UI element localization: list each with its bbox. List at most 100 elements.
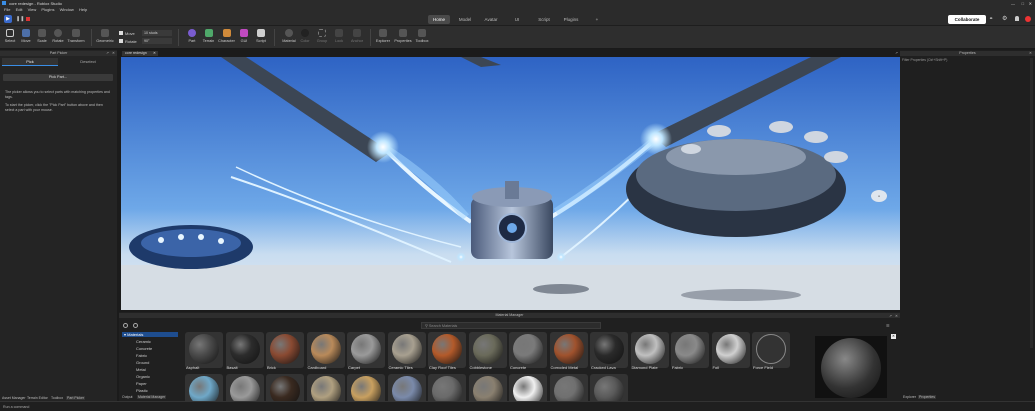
tab-pick[interactable]: Pick	[2, 58, 58, 66]
material-tile[interactable]: Clay Roof Tiles	[428, 332, 466, 370]
scale-tool[interactable]: Scale	[34, 28, 50, 48]
close-icon[interactable]: ✕	[1029, 51, 1032, 55]
close-button[interactable]: ✕	[1029, 0, 1032, 7]
import-icon[interactable]	[133, 323, 138, 328]
material-tile[interactable]: Cracked Lava	[590, 332, 628, 370]
select-tool[interactable]: Select	[2, 28, 18, 48]
script-button[interactable]: Script	[253, 28, 269, 48]
material-tile[interactable]	[306, 374, 345, 401]
maximize-button[interactable]: □	[1022, 0, 1024, 7]
tab-toolbox[interactable]: Toolbox	[51, 396, 63, 400]
tab-explorer[interactable]: Explorer	[903, 395, 916, 399]
search-input[interactable]: ⚲ Search Materials	[421, 322, 601, 329]
tab-output[interactable]: Output	[122, 395, 133, 399]
move-increment-input[interactable]: 10 studs	[142, 30, 172, 36]
tab-model[interactable]: Model	[455, 15, 475, 24]
rotate-increment-input[interactable]: 90°	[142, 38, 172, 44]
terrain-button[interactable]: Terrain	[200, 28, 217, 48]
rotate-tool[interactable]: Rotate	[50, 28, 66, 48]
material-tile[interactable]	[225, 374, 264, 401]
tab-script[interactable]: Script	[534, 15, 554, 24]
pick-part-button[interactable]: Pick Part...	[3, 74, 113, 81]
category-item[interactable]: Ground	[136, 360, 149, 365]
pin-icon[interactable]: ↗	[895, 51, 898, 55]
minimize-button[interactable]: —	[1011, 0, 1015, 7]
add-material-icon[interactable]	[123, 323, 128, 328]
tab-plugins[interactable]: Plugins	[560, 15, 582, 24]
lock-button[interactable]: Lock	[331, 28, 347, 48]
material-tile[interactable]: Fabric	[671, 332, 709, 370]
material-tile[interactable]	[468, 374, 507, 401]
tab-add[interactable]: +	[592, 15, 602, 24]
category-item[interactable]: Ceramic	[136, 339, 151, 344]
tab-home[interactable]: Home	[428, 15, 450, 24]
material-tile[interactable]: Brick	[266, 332, 304, 370]
color-button[interactable]: Color	[297, 28, 313, 48]
tab-avatar[interactable]: Avatar	[481, 15, 501, 24]
material-tile[interactable]	[428, 374, 466, 401]
material-tile[interactable]	[266, 374, 304, 401]
move-snap-checkbox[interactable]: Move	[119, 31, 135, 36]
material-tile[interactable]	[549, 374, 588, 401]
properties-button[interactable]: Properties	[392, 28, 414, 48]
material-tile[interactable]: Diamond Plate	[630, 332, 669, 370]
close-icon[interactable]: ✕	[895, 314, 898, 318]
gui-button[interactable]: GUI	[236, 28, 252, 48]
category-item[interactable]: Plastic	[136, 388, 148, 393]
view-cube-icon[interactable]: ●	[871, 190, 887, 202]
toolbox-button[interactable]: Toolbox	[413, 28, 431, 48]
share-icon[interactable]: ⚭	[989, 16, 993, 22]
material-tile[interactable]: Cobblestone	[468, 332, 507, 370]
material-tile[interactable]	[387, 374, 426, 401]
tab-terrain-editor[interactable]: Terrain Editor	[27, 396, 48, 400]
3d-viewport[interactable]: ●	[121, 57, 900, 310]
close-icon[interactable]: ✕	[891, 334, 896, 339]
material-tile[interactable]	[185, 374, 223, 401]
material-button[interactable]: Material	[280, 28, 298, 48]
tab-properties[interactable]: Properties	[918, 395, 936, 399]
tab-asset-manager[interactable]: Asset Manager	[2, 396, 26, 400]
character-button[interactable]: Character	[217, 28, 236, 48]
gear-icon[interactable]: ⚙	[1002, 15, 1007, 22]
category-item[interactable]: Metal	[136, 367, 146, 372]
material-tile[interactable]: Concrete	[509, 332, 547, 370]
notification-icon[interactable]	[1015, 16, 1019, 21]
category-item[interactable]: Concrete	[136, 346, 152, 351]
category-item[interactable]: Paper	[136, 381, 147, 386]
play-icon[interactable]: ▶	[4, 15, 12, 23]
pause-icon[interactable]: ❚❚	[16, 16, 24, 22]
close-icon[interactable]: ✕	[112, 51, 115, 55]
pin-icon[interactable]: ↗	[106, 51, 109, 55]
pin-icon[interactable]: ↗	[889, 314, 892, 318]
material-tile[interactable]: Cardboard	[306, 332, 345, 370]
filter-properties-input[interactable]: Filter Properties (Ctrl+Shift+P)	[902, 58, 1027, 63]
anchor-button[interactable]: Anchor	[348, 28, 366, 48]
material-tile[interactable]: Foil	[711, 332, 750, 370]
view-toggle-icon[interactable]: ☰	[886, 323, 890, 328]
avatar[interactable]	[1025, 16, 1031, 22]
material-tile[interactable]: Carpet	[347, 332, 385, 370]
material-tile[interactable]: Force Field	[752, 332, 790, 370]
tab-material-manager[interactable]: Material Manager	[137, 395, 167, 399]
category-item[interactable]: Organic	[136, 374, 150, 379]
category-item[interactable]: Fabric	[136, 353, 147, 358]
geometric-dropdown[interactable]: Geometric	[95, 28, 115, 48]
material-tile[interactable]: Basalt	[225, 332, 264, 370]
move-tool[interactable]: Move	[18, 28, 34, 48]
group-button[interactable]: Group	[314, 28, 330, 48]
material-tile[interactable]: Asphalt	[185, 332, 223, 370]
part-button[interactable]: Part	[184, 28, 200, 48]
scrollbar[interactable]	[1030, 58, 1033, 348]
viewport-tab[interactable]: core redesign ✕	[122, 51, 158, 56]
material-tile[interactable]	[347, 374, 385, 401]
tab-part-picker[interactable]: Part Picker	[66, 396, 86, 400]
material-tile[interactable]: Corroded Metal	[549, 332, 588, 370]
collaborate-button[interactable]: Collaborate	[948, 15, 986, 24]
transform-tool[interactable]: Transform	[66, 28, 86, 48]
material-tile[interactable]: Ceramic Tiles	[387, 332, 426, 370]
tab-deselect[interactable]: Deselect	[60, 58, 116, 66]
command-input[interactable]: Run a command	[3, 404, 303, 410]
material-tile[interactable]	[509, 374, 547, 401]
rotate-snap-checkbox[interactable]: Rotate	[119, 39, 137, 44]
close-icon[interactable]: ✕	[153, 51, 156, 56]
